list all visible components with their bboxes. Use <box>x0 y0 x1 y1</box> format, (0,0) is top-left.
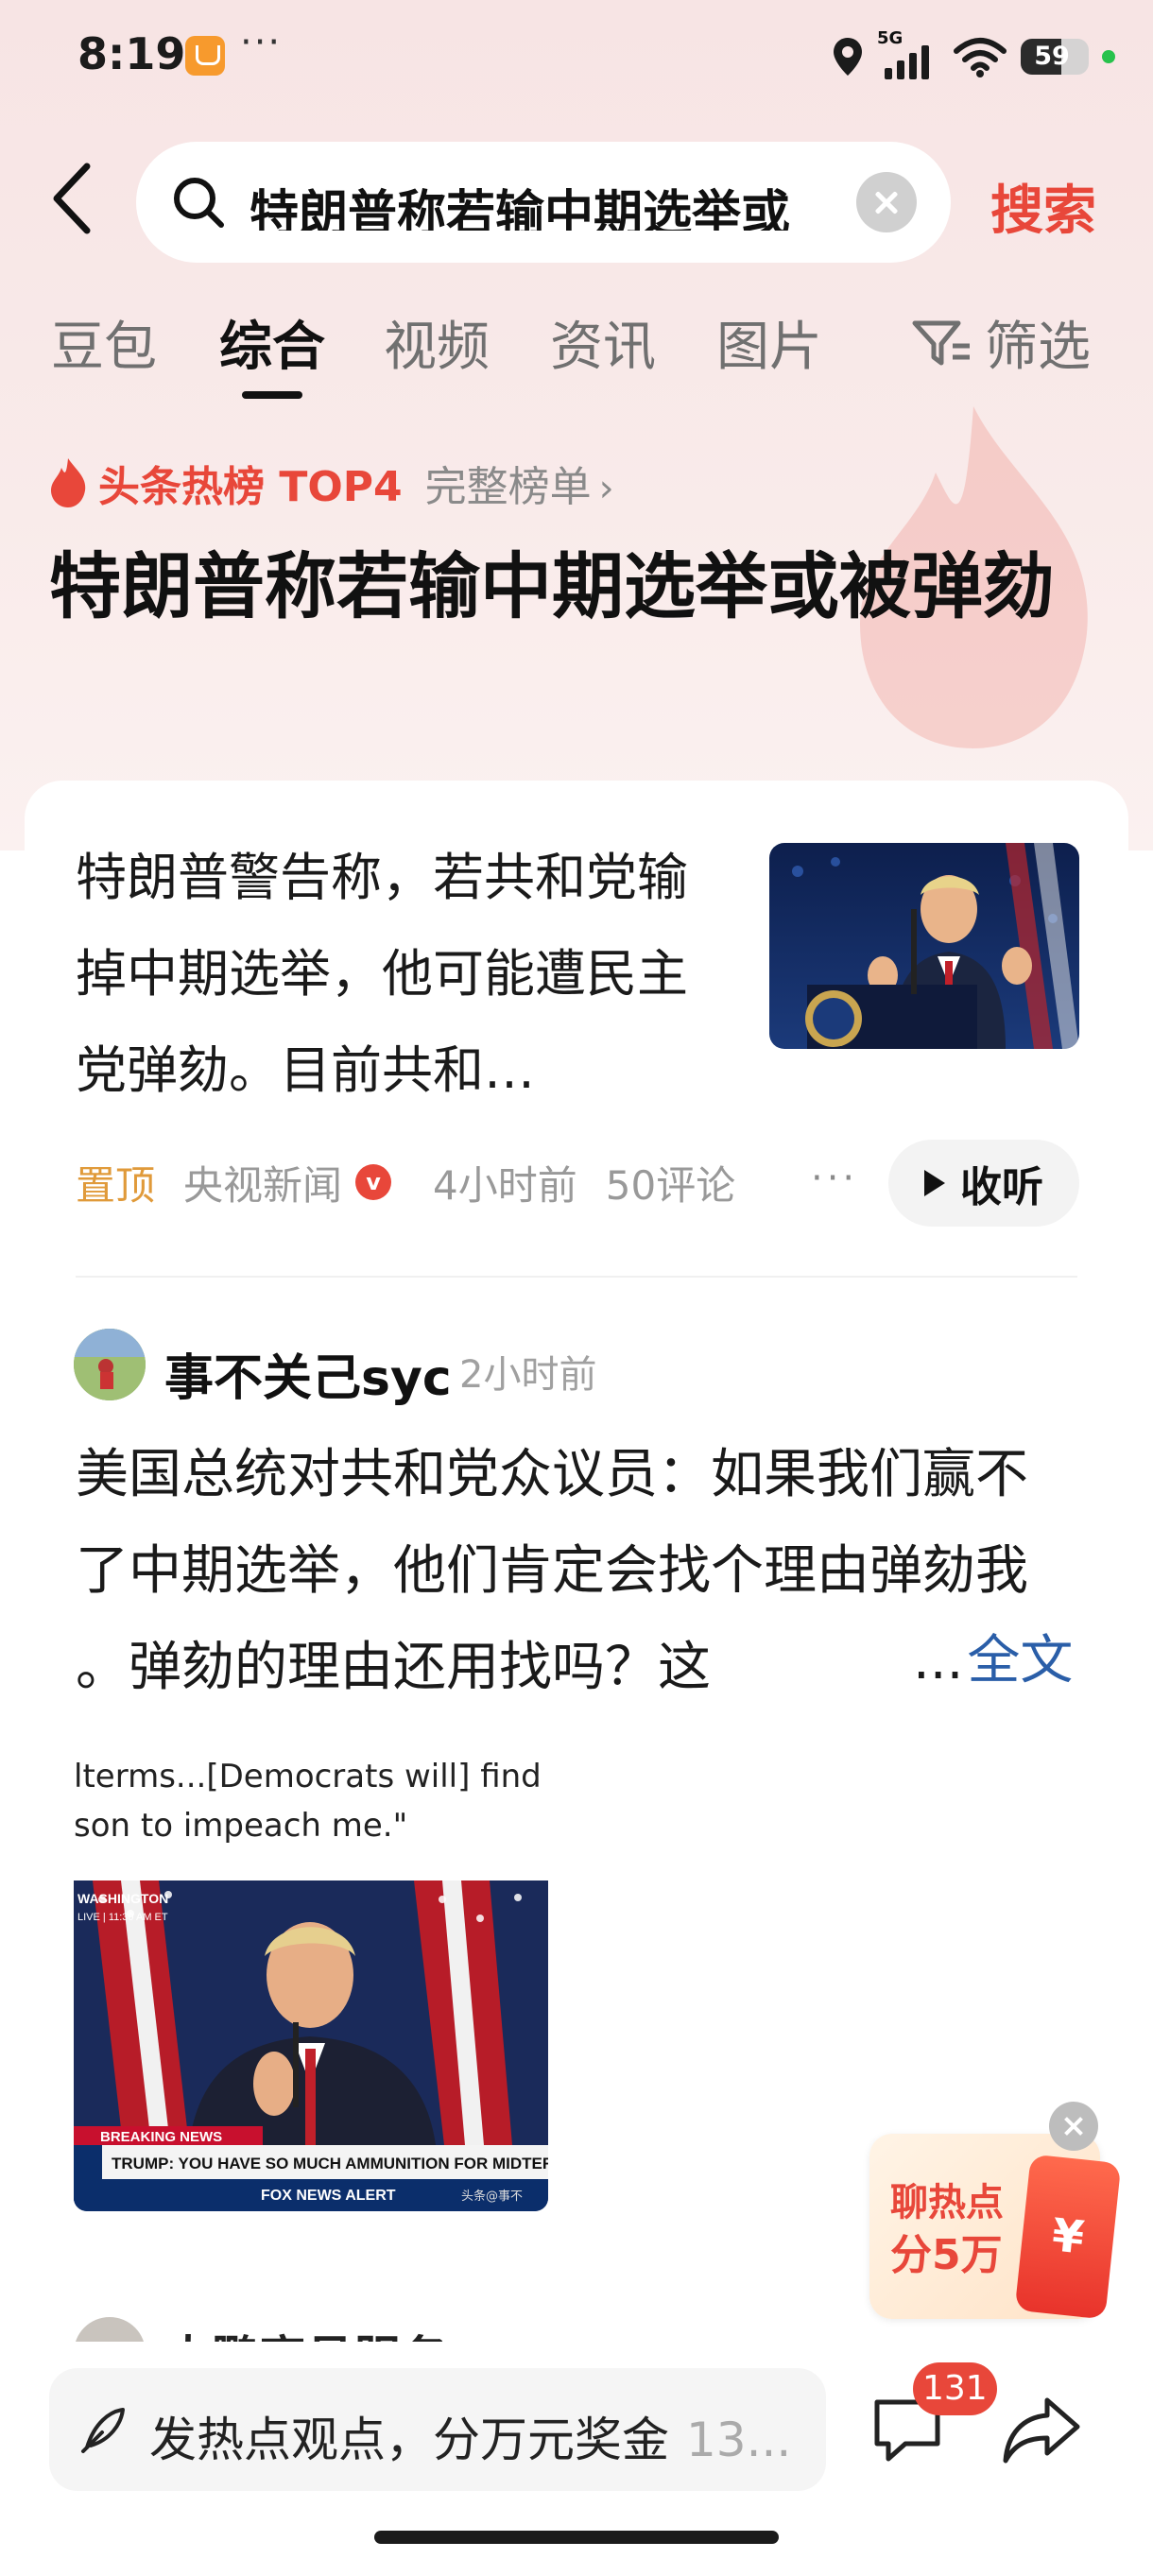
listen-button[interactable]: 收听 <box>888 1140 1079 1227</box>
filter-label: 筛选 <box>985 317 1091 378</box>
share-icon[interactable] <box>1002 2395 1083 2466</box>
bottom-bar: 发热点观点，分万元奖金 13... 131 <box>0 2342 1153 2563</box>
article-thumbnail[interactable] <box>769 843 1079 1049</box>
article-source[interactable]: 央视新闻 <box>183 1154 342 1211</box>
comment-input-count: 13... <box>686 2413 792 2467</box>
search-icon <box>174 178 224 228</box>
status-bar: 8:19 ··· 5G 59 <box>0 0 1153 113</box>
listen-label: 收听 <box>960 1163 1043 1211</box>
news-ticker: TRUMP: YOU HAVE SO MUCH AMMUNITION FOR M… <box>112 2155 548 2172</box>
verified-badge-icon: v <box>355 1164 392 1200</box>
image-watermark: 头条@事不 <box>461 2189 523 2204</box>
chevron-right-icon: › <box>598 467 614 510</box>
more-options-icon[interactable]: ··· <box>811 1157 858 1200</box>
flame-icon <box>51 458 86 507</box>
clear-search-icon[interactable] <box>856 172 917 232</box>
tab-news[interactable]: 资讯 <box>550 304 656 381</box>
topic-headline[interactable]: 特朗普称若输中期选举或被弹劾 <box>49 537 1108 637</box>
avatar[interactable] <box>74 1329 146 1400</box>
comment-image[interactable]: lterms...[Democrats will] find a son to … <box>74 1739 548 2211</box>
battery-level: 59 <box>1034 42 1070 71</box>
status-time: 8:19 <box>77 28 186 79</box>
comment-count-badge: 131 <box>913 2362 997 2415</box>
comment-time: 2小时前 <box>459 1353 597 1397</box>
status-more: ··· <box>240 21 283 64</box>
article-meta: 置顶 央视新闻 v 4小时前 50评论 <box>76 1149 735 1215</box>
filter-icon <box>912 320 970 365</box>
status-right: 5G 59 <box>832 28 1115 85</box>
promo-close-icon[interactable] <box>1049 2102 1098 2151</box>
battery-icon: 59 <box>1021 39 1089 75</box>
comment-username[interactable]: 事不关己syc <box>164 1338 452 1409</box>
red-envelope-icon: ¥ <box>1014 2154 1122 2320</box>
full-text-link[interactable]: ...全文 <box>913 1618 1073 1694</box>
article-comments[interactable]: 50评论 <box>606 1154 735 1211</box>
fox-alert-label: FOX NEWS ALERT <box>261 2188 396 2204</box>
hot-rank-label: 头条热榜 TOP4 <box>98 463 403 511</box>
image-caption-line-2: son to impeach me." <box>74 1807 408 1845</box>
cellular-signal-icon: 5G <box>877 28 939 79</box>
tab-video[interactable]: 视频 <box>384 304 490 381</box>
tab-doubao[interactable]: 豆包 <box>51 304 157 381</box>
full-list-link[interactable]: 完整榜单 › <box>425 453 614 513</box>
filter-button[interactable]: 筛选 <box>911 304 1091 381</box>
promo-line-2: 分5万 <box>890 2231 1003 2279</box>
search-query[interactable]: 特朗普称若输中期选举或 <box>250 174 817 231</box>
comment-input-placeholder: 发热点观点，分万元奖金 <box>149 2413 669 2467</box>
comment-body: 美国总统对共和党众议员：如果我们赢不了中期选举，他们肯定会找个理由弹劾我 。弹劾… <box>76 1444 1028 1698</box>
article-time: 4小时前 <box>433 1161 577 1209</box>
comment-ellipsis: ... <box>913 1630 964 1692</box>
full-list-label: 完整榜单 <box>424 463 592 511</box>
tab-comprehensive[interactable]: 综合 <box>219 304 325 381</box>
app-notification-icon <box>185 36 225 76</box>
comment-input[interactable]: 发热点观点，分万元奖金 13... <box>49 2368 826 2491</box>
search-input[interactable]: 特朗普称若输中期选举或 <box>136 142 951 263</box>
hot-topic-promo[interactable]: 聊热点 分5万 ¥ <box>869 2134 1122 2327</box>
image-caption: lterms...[Democrats will] find a son to … <box>74 1739 548 1894</box>
article-summary[interactable]: 特朗普警告称，若共和党输掉中期选举，他可能遭民主党弹劾。目前共和… <box>76 830 718 1119</box>
promo-line-1: 聊热点 <box>890 2181 1004 2224</box>
location-icon <box>834 38 862 76</box>
pen-icon <box>81 2408 125 2453</box>
back-arrow-icon[interactable] <box>49 161 96 236</box>
privacy-indicator <box>1102 50 1115 63</box>
breaking-news-label: BREAKING NEWS <box>100 2129 222 2145</box>
location-tag: WASHINGTON <box>77 1891 168 1906</box>
category-tabs: 豆包 综合 视频 资讯 图片 筛选 <box>0 304 1153 408</box>
pinned-tag: 置顶 <box>76 1161 156 1209</box>
image-caption-line-1: lterms...[Democrats will] find a <box>74 1758 548 1795</box>
home-indicator[interactable] <box>374 2531 779 2544</box>
active-tab-indicator <box>242 391 302 399</box>
hot-rank-row[interactable]: 头条热榜 TOP4 完整榜单 › <box>47 452 614 514</box>
play-icon <box>924 1170 945 1196</box>
full-text-label: 全文 <box>967 1630 1074 1692</box>
divider <box>76 1276 1077 1278</box>
wifi-icon <box>954 38 1007 77</box>
tab-images[interactable]: 图片 <box>716 304 822 381</box>
live-tag: LIVE | 11:30 AM ET <box>77 1912 168 1923</box>
search-button[interactable]: 搜索 <box>990 168 1096 245</box>
